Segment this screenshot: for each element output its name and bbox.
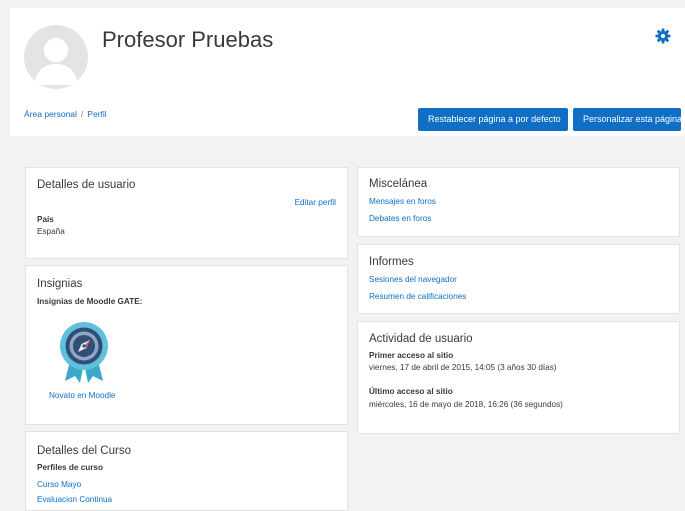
page-header: Profesor Pruebas Área personal / Perfil Re… [10, 8, 685, 136]
forum-discussions-link[interactable]: Debates en foros [369, 214, 431, 223]
reports-card: Informes Sesiones del navegador Resumen … [357, 244, 680, 314]
browser-sessions-link[interactable]: Sesiones del navegador [369, 275, 457, 284]
breadcrumb-separator: / [80, 109, 84, 119]
breadcrumb-home-link[interactable]: Área personal [24, 109, 77, 119]
country-value: España [37, 227, 65, 236]
misc-card: Miscelánea Mensajes en foros Debates en … [357, 167, 680, 237]
forum-posts-link[interactable]: Mensajes en foros [369, 197, 436, 206]
breadcrumb: Área personal / Perfil [24, 109, 107, 119]
gear-icon[interactable] [655, 28, 671, 44]
compass-badge-icon[interactable] [57, 319, 111, 385]
grades-overview-link[interactable]: Resumen de calificaciones [369, 292, 466, 301]
course-link[interactable]: Evaluacion Continua [37, 495, 112, 504]
course-link[interactable]: Curso Mayo [37, 480, 81, 489]
user-details-card: Detalles de usuario Editar perfil País E… [25, 167, 348, 259]
breadcrumb-profile-link[interactable]: Perfil [87, 109, 106, 119]
course-profiles-label: Perfiles de curso [37, 463, 103, 472]
course-details-title: Detalles del Curso [37, 445, 131, 457]
first-access-label: Primer acceso al sitio [369, 351, 454, 360]
customize-page-button[interactable]: Personalizar esta página [573, 108, 682, 131]
course-details-card: Detalles del Curso Perfiles de curso Cur… [25, 431, 348, 511]
misc-title: Miscelánea [369, 178, 428, 190]
last-access-label: Último acceso al sitio [369, 387, 453, 396]
reports-title: Informes [369, 256, 414, 268]
last-access-value: miércoles, 16 de mayo de 2018, 16:26 (36… [369, 400, 563, 409]
user-activity-card: Actividad de usuario Primer acceso al si… [357, 321, 680, 434]
reset-page-button[interactable]: Restablecer página a por defecto [418, 108, 568, 131]
user-silhouette-icon [34, 38, 78, 85]
country-label: País [37, 215, 54, 224]
badges-subtitle: Insignias de Moodle GATE: [37, 297, 143, 306]
badges-card: Insignias Insignias de Moodle GATE: Nova… [25, 265, 348, 425]
user-details-title: Detalles de usuario [37, 179, 136, 191]
page-title: Profesor Pruebas [102, 27, 274, 52]
first-access-value: viernes, 17 de abril de 2015, 14:05 (3 a… [369, 363, 557, 372]
activity-title: Actividad de usuario [369, 333, 473, 345]
edit-profile-link[interactable]: Editar perfil [295, 198, 336, 207]
badges-title: Insignias [37, 278, 83, 290]
avatar[interactable] [24, 25, 88, 89]
badge-name-link[interactable]: Novato en Moodle [49, 391, 115, 400]
